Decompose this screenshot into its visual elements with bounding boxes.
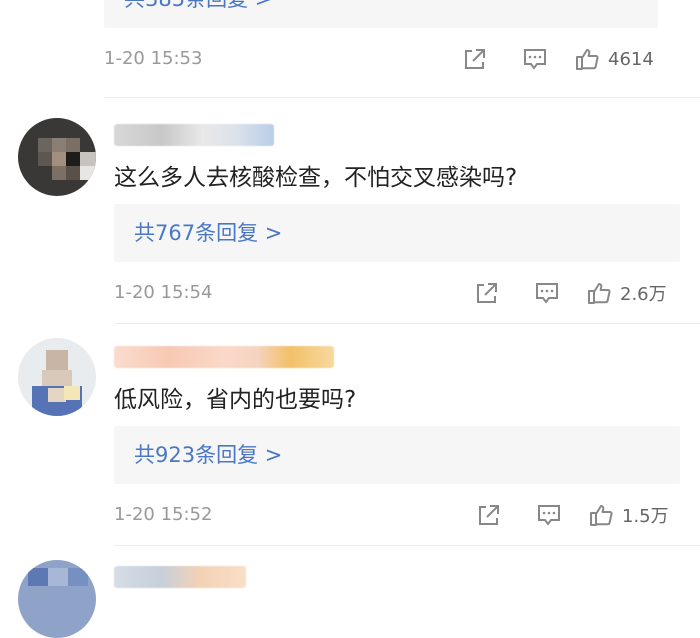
reply-count-button[interactable]: 共923条回复 > xyxy=(114,426,680,484)
like-count: 4614 xyxy=(608,48,654,70)
like-button[interactable]: 1.5万 xyxy=(588,502,669,528)
reply-count-button[interactable]: 共767条回复 > xyxy=(114,204,680,262)
comment-actions: 1.5万 xyxy=(476,502,669,528)
comment-time: 1-20 15:54 xyxy=(114,282,213,303)
comment-text: 低风险，省内的也要吗? xyxy=(114,387,357,413)
comment-actions: 4614 xyxy=(462,46,654,72)
reply-count-button[interactable]: 共385条回复 > xyxy=(104,0,658,28)
like-count: 1.5万 xyxy=(622,506,669,527)
username-blurred[interactable] xyxy=(114,346,334,368)
divider xyxy=(114,545,700,546)
username-blurred[interactable] xyxy=(114,566,246,588)
like-button[interactable]: 4614 xyxy=(574,46,654,72)
divider xyxy=(104,97,700,98)
reply-count-label: 共385条回复 > xyxy=(124,0,272,11)
thumbs-up-icon xyxy=(574,46,600,72)
divider xyxy=(114,323,700,324)
avatar[interactable] xyxy=(18,338,96,416)
comment-time: 1-20 15:53 xyxy=(104,48,203,69)
like-count: 2.6万 xyxy=(620,284,667,305)
reply-count-label: 共767条回复 > xyxy=(134,221,283,245)
username-blurred[interactable] xyxy=(114,124,274,146)
comment-time: 1-20 15:52 xyxy=(114,504,213,525)
comment-icon[interactable] xyxy=(522,46,548,72)
share-icon[interactable] xyxy=(476,502,502,528)
comment-icon[interactable] xyxy=(534,280,560,306)
avatar[interactable] xyxy=(18,560,96,638)
comment-actions: 2.6万 xyxy=(474,280,667,306)
like-button[interactable]: 2.6万 xyxy=(586,280,667,306)
comment-text: 这么多人去核酸检查，不怕交叉感染吗? xyxy=(114,165,518,191)
comment-icon[interactable] xyxy=(536,502,562,528)
reply-count-label: 共923条回复 > xyxy=(134,443,283,467)
share-icon[interactable] xyxy=(474,280,500,306)
share-icon[interactable] xyxy=(462,46,488,72)
thumbs-up-icon xyxy=(588,502,614,528)
thumbs-up-icon xyxy=(586,280,612,306)
avatar[interactable] xyxy=(18,118,96,196)
